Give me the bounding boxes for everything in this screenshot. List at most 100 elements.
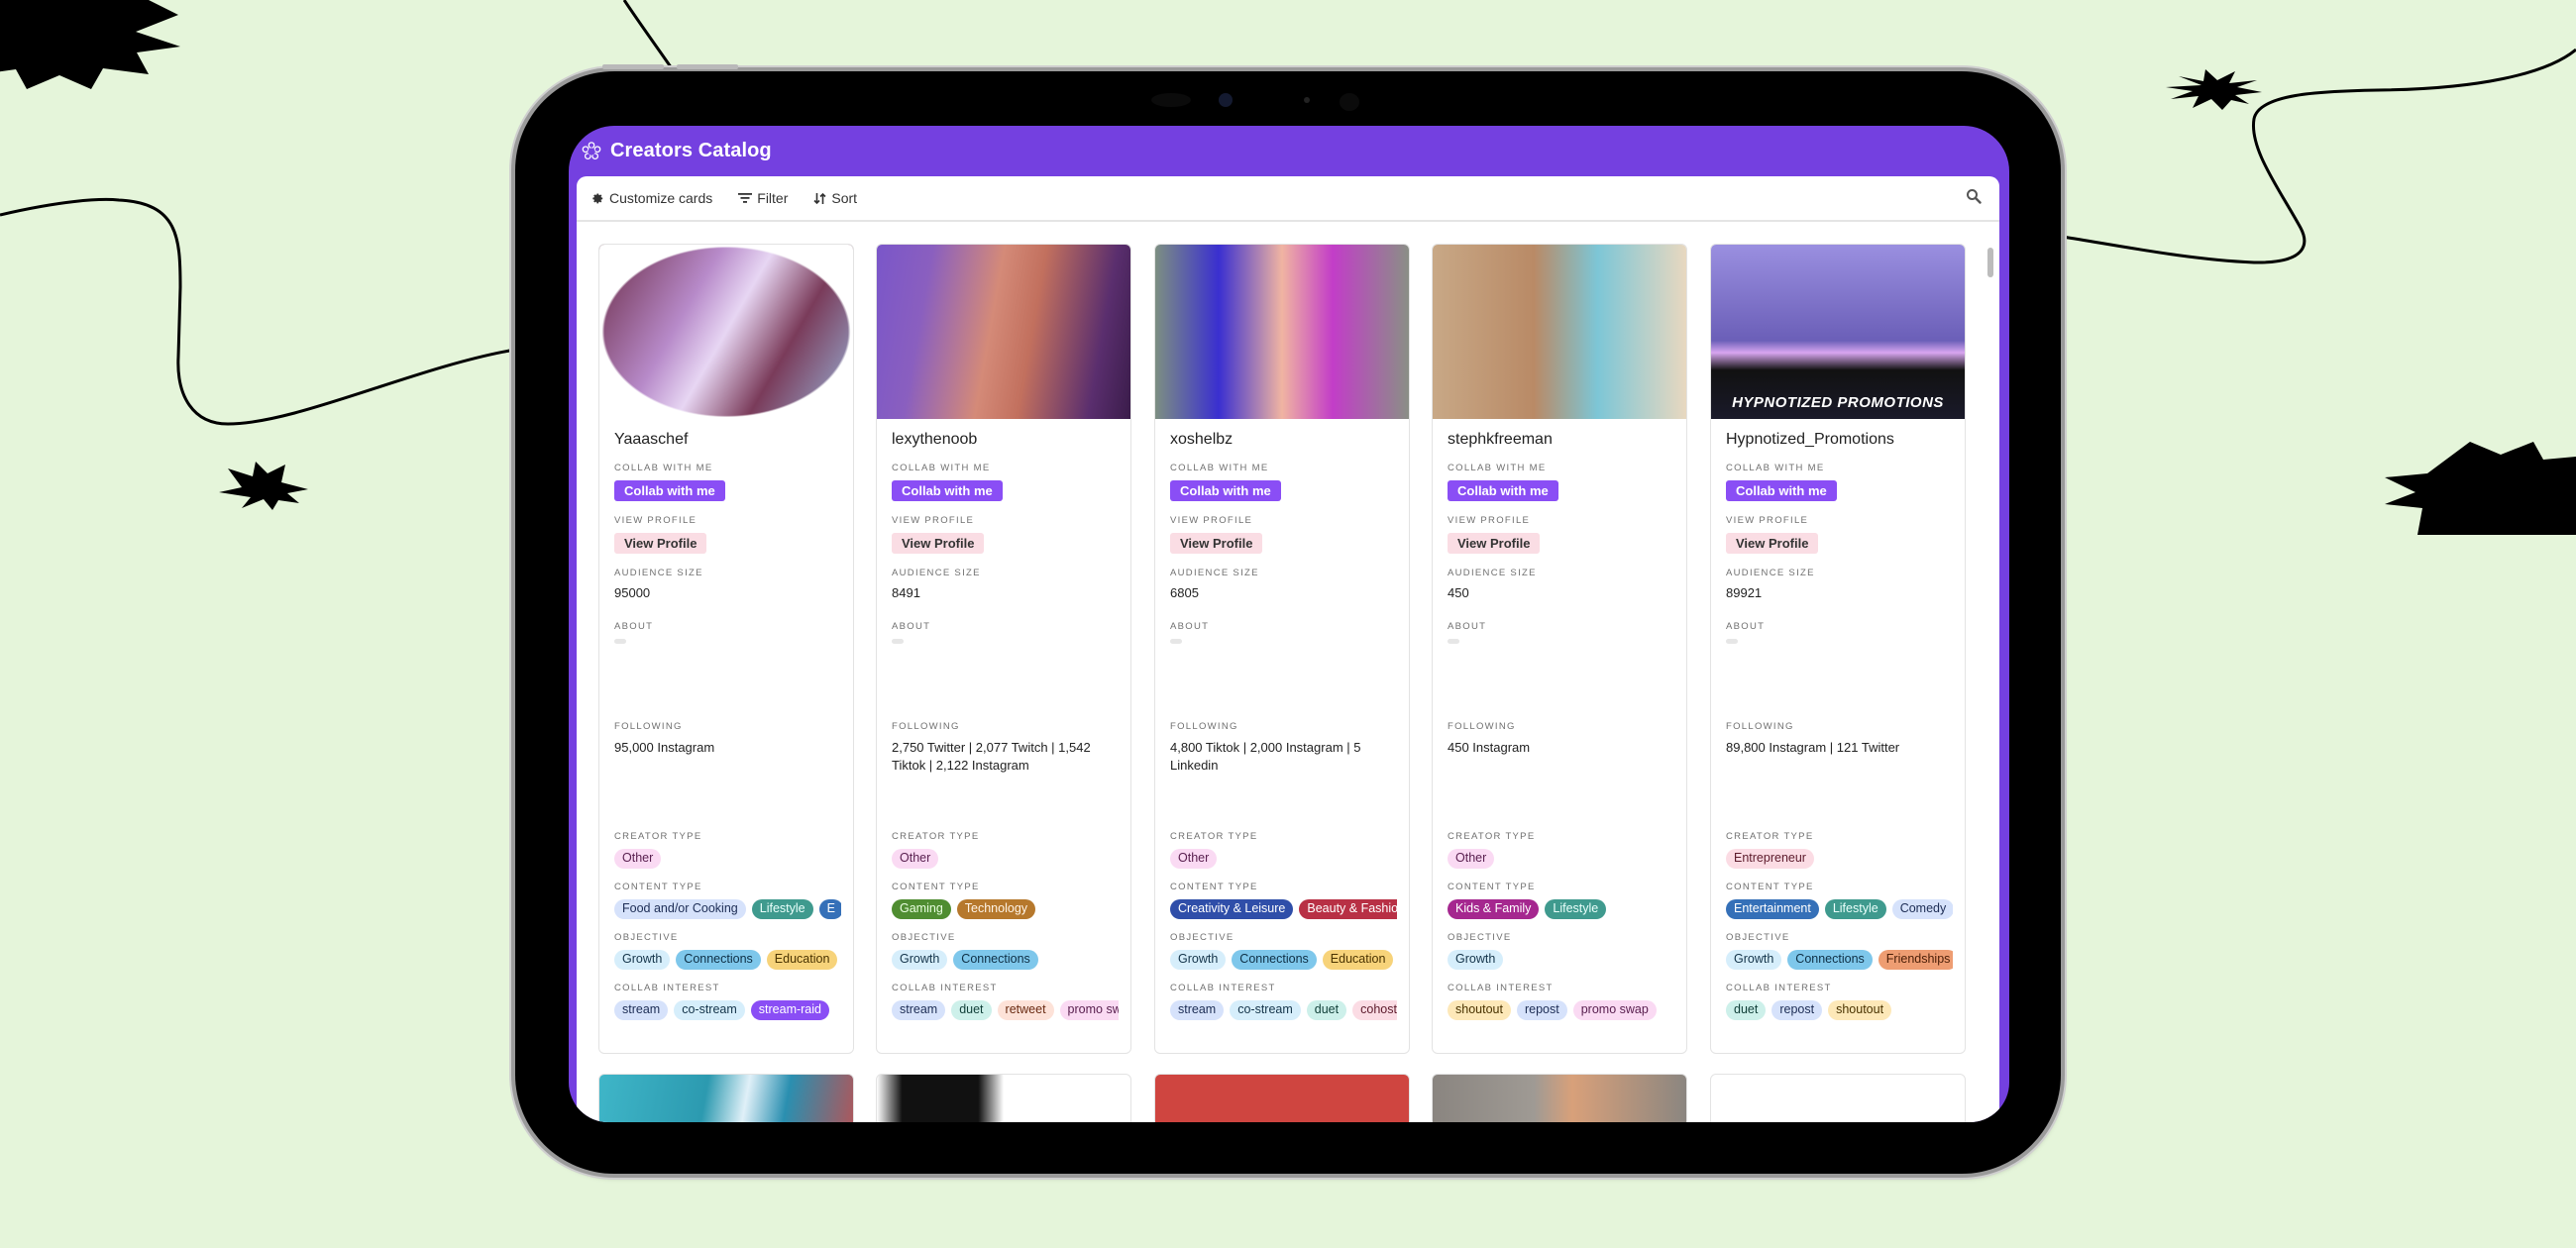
- collab-label: Collab with me: [892, 463, 991, 473]
- view-profile-button[interactable]: View Profile: [1448, 533, 1541, 554]
- tag: Other: [892, 849, 939, 869]
- view-profile-label: View profile: [1726, 515, 1809, 526]
- creator-card[interactable]: [1710, 1074, 1966, 1122]
- volume-button: [602, 64, 664, 69]
- starburst-shape: [0, 0, 180, 89]
- tag: repost: [1771, 1000, 1823, 1020]
- creator-photo: HYPNOTIZED PROMOTIONS: [1711, 245, 1965, 419]
- tag: Food and/or Cooking: [614, 899, 746, 919]
- wave-line: [0, 197, 516, 426]
- following-value: 450 Instagram: [1448, 740, 1531, 755]
- about-empty-placeholder: [1448, 639, 1459, 644]
- objective-tags: Growth Connections Education: [1170, 950, 1397, 970]
- tag: co-stream: [1230, 1000, 1301, 1020]
- objective-label: Objective: [1726, 932, 1790, 943]
- creator-card[interactable]: Yaaaschef Collab with me Collab with me …: [598, 244, 854, 1054]
- view-profile-button[interactable]: View Profile: [1726, 533, 1819, 554]
- tag: Education: [766, 950, 838, 970]
- starburst-shape: [2385, 442, 2576, 535]
- view-profile-label: View profile: [1448, 515, 1531, 526]
- creator-card[interactable]: [876, 1074, 1131, 1122]
- tag: Comedy: [1891, 899, 1953, 919]
- content-type-label: Content type: [892, 882, 980, 892]
- sort-button[interactable]: Sort: [813, 190, 857, 206]
- collab-with-me-button[interactable]: Collab with me: [1170, 480, 1281, 501]
- tag: Other: [614, 849, 662, 869]
- about-label: About: [892, 621, 931, 632]
- starburst-shape: [2166, 69, 2262, 110]
- tag: stream: [892, 1000, 946, 1020]
- sensor: [1340, 93, 1359, 111]
- sort-icon: [813, 192, 826, 204]
- objective-label: Objective: [614, 932, 679, 943]
- view-profile-button[interactable]: View Profile: [614, 533, 707, 554]
- creator-card[interactable]: xoshelbz Collab with me Collab with me V…: [1154, 244, 1410, 1054]
- tag: Friendships: [1878, 950, 1953, 970]
- creator-photo: [599, 245, 853, 419]
- tag: stream: [614, 1000, 669, 1020]
- creator-card[interactable]: stephkfreeman Collab with me Collab with…: [1432, 244, 1687, 1054]
- about-empty-placeholder: [1170, 639, 1182, 644]
- collab-with-me-button[interactable]: Collab with me: [1726, 480, 1837, 501]
- following-value: 4,800 Tiktok | 2,000 Instagram | 5 Linke…: [1170, 740, 1361, 773]
- creator-name: stephkfreeman: [1448, 431, 1553, 448]
- tag: retweet: [997, 1000, 1054, 1020]
- tag: promo swap: [1059, 1000, 1119, 1020]
- audience-size-label: Audience size: [1448, 568, 1537, 578]
- collab-interest-label: Collab interest: [1170, 983, 1276, 993]
- creator-card[interactable]: [598, 1074, 854, 1122]
- creator-name: xoshelbz: [1170, 431, 1234, 448]
- search-icon[interactable]: [1966, 188, 1982, 204]
- tag: Growth: [892, 950, 948, 970]
- audience-size-label: Audience size: [892, 568, 981, 578]
- collab-with-me-button[interactable]: Collab with me: [1448, 480, 1558, 501]
- tag: stream: [1170, 1000, 1225, 1020]
- card-body: Yaaaschef Collab with me Collab with me …: [614, 427, 841, 1033]
- view-profile-button[interactable]: View Profile: [1170, 533, 1263, 554]
- creator-type-tags: Other: [1448, 849, 1674, 869]
- tag: Growth: [1170, 950, 1227, 970]
- audience-size-label: Audience size: [614, 568, 703, 578]
- about-label: About: [614, 621, 654, 632]
- tag: promo swap: [1572, 1000, 1657, 1020]
- objective-tags: Growth Connections: [892, 950, 1119, 970]
- card-body: Hypnotized_Promotions Collab with me Col…: [1726, 427, 1953, 1033]
- audience-size-value: 8491: [892, 585, 920, 600]
- collab-label: Collab with me: [1170, 463, 1269, 473]
- creator-card[interactable]: [1154, 1074, 1410, 1122]
- view-profile-button[interactable]: View Profile: [892, 533, 985, 554]
- tag: duet: [1306, 1000, 1347, 1020]
- creator-card[interactable]: [1432, 1074, 1687, 1122]
- creator-type-label: Creator type: [1726, 831, 1814, 842]
- collab-interest-tags: shoutout repost promo swap: [1448, 1000, 1674, 1020]
- about-empty-placeholder: [614, 639, 626, 644]
- app-screen: Creators Catalog Customize cards Filter: [569, 126, 2009, 1122]
- gear-icon: [592, 193, 603, 204]
- creator-type-label: Creator type: [614, 831, 702, 842]
- tag: Connections: [1787, 950, 1873, 970]
- tag: Entrepreneur: [1726, 849, 1814, 869]
- vertical-scrollbar[interactable]: [1987, 248, 1993, 277]
- creator-photo: [877, 245, 1130, 419]
- customize-cards-button[interactable]: Customize cards: [590, 190, 712, 206]
- creator-card[interactable]: lexythenoob Collab with me Collab with m…: [876, 244, 1131, 1054]
- tag: Growth: [1726, 950, 1782, 970]
- creator-type-tags: Other: [892, 849, 1119, 869]
- content-type-label: Content type: [1448, 882, 1536, 892]
- creator-photo: [1155, 245, 1409, 419]
- objective-tags: Growth: [1448, 950, 1674, 970]
- audience-size-value: 6805: [1170, 585, 1199, 600]
- content-type-tags: Kids & Family Lifestyle: [1448, 899, 1674, 919]
- content-type-tags: Entertainment Lifestyle Comedy: [1726, 899, 1953, 919]
- content-type-tags: Gaming Technology: [892, 899, 1119, 919]
- tag: co-stream: [674, 1000, 745, 1020]
- customize-cards-label: Customize cards: [609, 190, 713, 206]
- tablet-device-frame: Creators Catalog Customize cards Filter: [515, 64, 2061, 1174]
- creator-card[interactable]: HYPNOTIZED PROMOTIONS Hypnotized_Promoti…: [1710, 244, 1966, 1054]
- collab-with-me-button[interactable]: Collab with me: [892, 480, 1003, 501]
- content-type-tags: Creativity & Leisure Beauty & Fashion: [1170, 899, 1397, 919]
- collab-interest-tags: stream co-stream duet cohost: [1170, 1000, 1397, 1020]
- collab-with-me-button[interactable]: Collab with me: [614, 480, 725, 501]
- filter-icon: [738, 193, 753, 203]
- filter-button[interactable]: Filter: [738, 190, 788, 206]
